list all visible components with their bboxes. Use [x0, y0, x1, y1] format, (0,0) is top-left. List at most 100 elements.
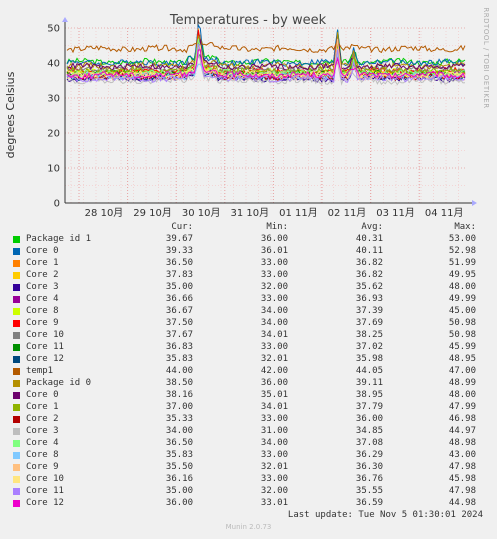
legend-swatch [13, 296, 20, 303]
legend-series-name: Core 11 [26, 342, 64, 352]
legend-value-avg: 40.31 [355, 234, 383, 244]
legend-value-min: 32.01 [260, 354, 288, 364]
legend-column-header: Min: [266, 222, 288, 232]
legend-value-cur: 36.00 [165, 498, 193, 508]
legend-value-cur: 37.00 [165, 402, 193, 412]
legend-swatch [13, 440, 20, 447]
legend-value-cur: 39.33 [165, 246, 193, 256]
legend-value-max: 49.99 [448, 294, 476, 304]
legend-value-cur: 37.50 [165, 318, 193, 328]
rrdtool-credit: RRDTOOL / TOBI OETIKER [482, 7, 490, 108]
grid [65, 27, 467, 204]
legend-swatch [13, 476, 20, 483]
legend-column-header: Cur: [171, 222, 193, 232]
legend-value-avg: 37.79 [355, 402, 383, 412]
legend-value-cur: 44.00 [165, 366, 193, 376]
legend-value-max: 51.99 [448, 258, 476, 268]
legend-series-name: Core 10 [26, 330, 64, 340]
x-ticks: 28 10月 29 10月 30 10月 31 10月 01 11月 02 11月 03 1… [85, 207, 464, 219]
legend-value-avg: 36.93 [355, 294, 383, 304]
legend-value-cur: 36.16 [165, 474, 193, 484]
legend-value-min: 36.00 [260, 234, 288, 244]
x-tick-label: 31 10月 [230, 207, 269, 219]
legend-series-name: Core 8 [26, 306, 59, 316]
legend-value-max: 45.98 [448, 474, 476, 484]
legend-series-name: Core 4 [26, 438, 59, 448]
legend-row: Core 4 36.66 33.00 36.93 49.99 [0, 294, 497, 306]
legend-row: Core 9 37.50 34.00 37.69 50.98 [0, 318, 497, 330]
chart: Temperatures - by week degrees Celsius R… [4, 7, 490, 219]
y-tick-label: 10 [47, 164, 60, 175]
legend-series-name: Core 11 [26, 486, 64, 496]
legend-value-avg: 37.39 [355, 306, 383, 316]
legend-swatch [13, 344, 20, 351]
series-line [66, 34, 466, 74]
legend-value-avg: 38.95 [355, 390, 383, 400]
legend-value-avg: 40.11 [355, 246, 383, 256]
legend-series-name: Core 4 [26, 294, 59, 304]
legend-value-min: 36.00 [260, 378, 288, 388]
legend-value-avg: 38.25 [355, 330, 383, 340]
legend-value-cur: 36.66 [165, 294, 193, 304]
legend-row: Core 10 36.16 33.00 36.76 45.98 [0, 474, 497, 486]
legend-value-avg: 37.69 [355, 318, 383, 328]
legend-row: Package id 1 39.67 36.00 40.31 53.00 [0, 234, 497, 246]
y-tick-label: 20 [47, 129, 60, 140]
legend-value-cur: 36.67 [165, 306, 193, 316]
y-tick-label: 50 [47, 24, 60, 35]
legend-value-avg: 37.02 [355, 342, 383, 352]
legend-value-cur: 35.83 [165, 354, 193, 364]
legend-swatch [13, 272, 20, 279]
legend-value-min: 34.00 [260, 306, 288, 316]
legend-row: Core 4 36.50 34.00 37.08 48.98 [0, 438, 497, 450]
legend-swatch [13, 260, 20, 267]
legend-value-avg: 39.11 [355, 378, 383, 388]
legend-swatch [13, 416, 20, 423]
legend-value-min: 42.00 [260, 366, 288, 376]
legend-value-min: 35.01 [260, 390, 288, 400]
legend-value-max: 48.99 [448, 378, 476, 388]
x-axis-arrow [472, 200, 477, 206]
legend-value-max: 45.00 [448, 306, 476, 316]
legend-value-avg: 35.62 [355, 282, 383, 292]
legend-value-cur: 35.50 [165, 462, 193, 472]
legend-series-name: Core 2 [26, 414, 59, 424]
x-tick-label: 30 10月 [182, 207, 221, 219]
legend-row: Package id 0 38.50 36.00 39.11 48.99 [0, 378, 497, 390]
legend-series-name: Package id 0 [26, 378, 92, 388]
legend-row: Core 11 35.00 32.00 35.55 47.98 [0, 486, 497, 498]
legend-value-max: 43.00 [448, 450, 476, 460]
x-tick-label: 03 11月 [376, 207, 415, 219]
legend-value-cur: 37.67 [165, 330, 193, 340]
legend-swatch [13, 308, 20, 315]
legend-value-max: 47.98 [448, 486, 476, 496]
legend-value-min: 33.00 [260, 450, 288, 460]
legend-value-max: 46.98 [448, 414, 476, 424]
legend-row: Core 11 36.83 33.00 37.02 45.99 [0, 342, 497, 354]
legend-value-cur: 35.33 [165, 414, 193, 424]
x-tick-label: 02 11月 [328, 207, 367, 219]
legend-series-name: Package id 1 [26, 234, 92, 244]
legend-series-name: Core 3 [26, 282, 59, 292]
legend-value-avg: 37.08 [355, 438, 383, 448]
legend-swatch [13, 368, 20, 375]
legend-row: Core 0 38.16 35.01 38.95 48.00 [0, 390, 497, 402]
legend-value-max: 52.98 [448, 246, 476, 256]
legend-value-max: 44.98 [448, 498, 476, 508]
legend-value-avg: 36.30 [355, 462, 383, 472]
legend-value-avg: 44.05 [355, 366, 383, 376]
legend-value-cur: 39.67 [165, 234, 193, 244]
legend-value-cur: 35.00 [165, 282, 193, 292]
series-lines [66, 23, 466, 86]
legend-value-min: 33.00 [260, 270, 288, 280]
legend-value-cur: 38.16 [165, 390, 193, 400]
legend-value-min: 33.00 [260, 474, 288, 484]
legend-value-cur: 35.83 [165, 450, 193, 460]
legend-value-min: 34.01 [260, 402, 288, 412]
legend-value-max: 50.98 [448, 318, 476, 328]
legend-value-avg: 36.59 [355, 498, 383, 508]
legend-value-cur: 37.83 [165, 270, 193, 280]
legend-value-cur: 34.00 [165, 426, 193, 436]
legend-row: Core 12 36.00 33.01 36.59 44.98 [0, 498, 497, 510]
legend-series-name: Core 1 [26, 402, 59, 412]
